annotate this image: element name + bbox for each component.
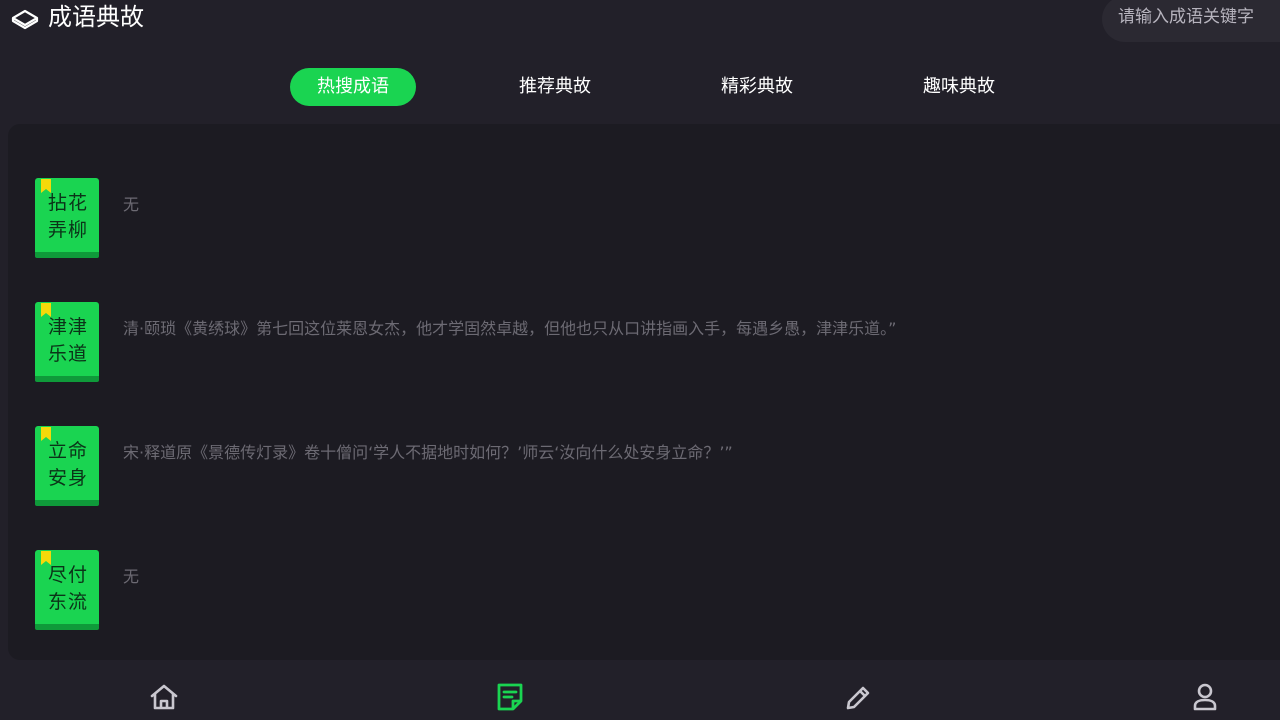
app-title: 成语典故 [48, 3, 144, 31]
header: 成语典故 [0, 0, 1280, 44]
idiom-book-cover: 拈花弄柳 [35, 178, 99, 258]
idiom-source: 清·颐琐《黄绣球》第七回这位莱恩女杰，他才学固然卓越，但他也只从口讲指画入手，每… [123, 319, 897, 338]
idiom-book-cover: 立命安身 [35, 426, 99, 506]
idiom-source: 宋·释道原《景德传灯录》卷十僧问‘学人不据地时如何？’师云‘汝向什么处安身立命？… [123, 443, 733, 462]
idiom-list: 拈花弄柳 无 津津乐道 清·颐琐《黄绣球》第七回这位莱恩女杰，他才学固然卓越，但… [8, 124, 1280, 660]
idiom-title: 津津乐道 [47, 316, 88, 365]
bottom-nav [0, 672, 1280, 720]
app-screen: 成语典故 热搜成语 推荐典故 精彩典故 趣味典故 拈花弄柳 无 [0, 0, 1280, 720]
idiom-title: 尽付东流 [47, 564, 88, 613]
list-item[interactable]: 拈花弄柳 无 [8, 178, 1280, 262]
idiom-book-cover: 尽付东流 [35, 550, 99, 630]
nav-home-button[interactable] [146, 682, 182, 716]
nav-practice-button[interactable] [839, 682, 875, 716]
tab-recommended-stories[interactable]: 推荐典故 [492, 68, 618, 106]
list-item[interactable]: 立命安身 宋·释道原《景德传灯录》卷十僧问‘学人不据地时如何？’师云‘汝向什么处… [8, 426, 1280, 510]
tab-featured-stories[interactable]: 精彩典故 [694, 68, 820, 106]
category-tabs: 热搜成语 推荐典故 精彩典故 趣味典故 [0, 68, 1280, 106]
idiom-book-cover: 津津乐道 [35, 302, 99, 382]
tab-fun-stories[interactable]: 趣味典故 [896, 68, 1022, 106]
idiom-title: 立命安身 [47, 440, 88, 489]
search-input[interactable] [1118, 2, 1280, 32]
list-item[interactable]: 尽付东流 无 [8, 550, 1280, 634]
idiom-source: 无 [123, 195, 140, 214]
document-icon [492, 682, 528, 712]
user-icon [1187, 682, 1223, 712]
tab-hot-idioms[interactable]: 热搜成语 [290, 68, 416, 106]
idiom-source: 无 [123, 567, 140, 586]
book-stack-icon [10, 6, 40, 30]
pencil-icon [839, 682, 875, 712]
nav-stories-button[interactable] [492, 682, 528, 716]
search-box[interactable] [1102, 0, 1280, 42]
idiom-title: 拈花弄柳 [47, 192, 88, 241]
nav-profile-button[interactable] [1187, 682, 1223, 716]
home-icon [146, 682, 182, 712]
list-item[interactable]: 津津乐道 清·颐琐《黄绣球》第七回这位莱恩女杰，他才学固然卓越，但他也只从口讲指… [8, 302, 1280, 386]
